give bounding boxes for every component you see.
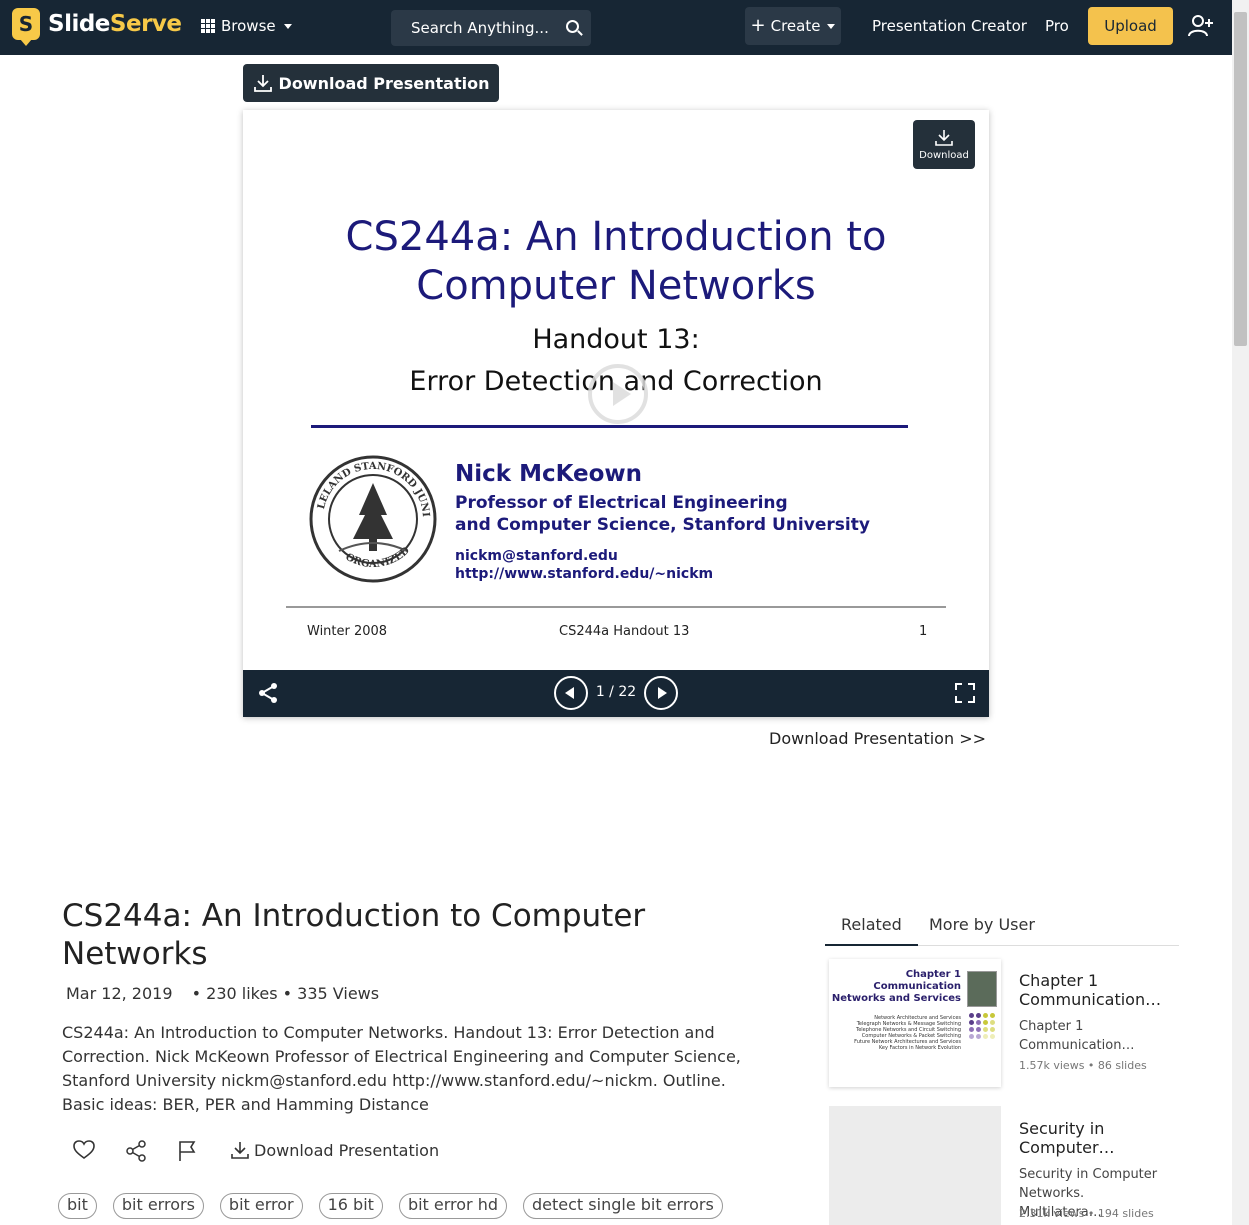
tag[interactable]: bit error hd	[398, 1193, 508, 1219]
author-title-line2: and Computer Science, Stanford Universit…	[455, 515, 870, 535]
tag[interactable]: bit	[58, 1193, 97, 1219]
slide-subtitle-1: Handout 13:	[532, 324, 700, 355]
search-icon[interactable]	[566, 20, 579, 33]
related-card-title[interactable]: Chapter 1 Communication…	[1019, 971, 1169, 1009]
download-presentation-button[interactable]: Download Presentation	[243, 64, 499, 102]
thumb-title-line2: Communication	[873, 981, 961, 992]
browse-menu[interactable]: Browse	[201, 17, 292, 35]
slide-author-contact: nickm@stanford.edu http://www.stanford.e…	[455, 547, 713, 583]
slide-footer-left: Winter 2008	[307, 624, 388, 639]
pro-link[interactable]: Pro	[1045, 17, 1069, 35]
document-actions: Download Presentation	[73, 1138, 473, 1164]
heart-icon[interactable]	[73, 1140, 95, 1160]
thumb-outline: Network Architecture and Services Telegr…	[854, 1015, 961, 1051]
viewer-controls: 1 / 22	[243, 670, 989, 717]
search-input[interactable]: Search Anything...	[391, 10, 591, 46]
fullscreen-icon[interactable]	[955, 683, 975, 703]
flag-icon[interactable]	[178, 1140, 198, 1162]
slide-footer-page: 1	[919, 624, 928, 639]
related-tabs: Related More by User	[825, 913, 1179, 946]
download-presentation-link[interactable]: Download Presentation >>	[769, 729, 986, 748]
document-description: CS244a: An Introduction to Computer Netw…	[62, 1023, 741, 1114]
slide-viewer: CS244a: An Introduction to Computer Netw…	[243, 110, 989, 717]
chevron-down-icon	[827, 23, 836, 29]
slide-divider	[311, 425, 908, 428]
document-meta: Mar 12, 2019 • 230 likes • 335 Views	[66, 984, 379, 1003]
related-card-stats: 2.31k views • 194 slides	[1019, 1207, 1154, 1220]
logo-text: SlideServe	[48, 11, 182, 37]
slide-author: Nick McKeown	[455, 461, 643, 487]
document-stats: • 230 likes • 335 Views	[191, 984, 380, 1003]
slide-title-line1: CS244a: An Introduction to	[345, 214, 887, 260]
tag[interactable]: 16 bit	[318, 1193, 383, 1219]
add-user-icon[interactable]	[1188, 15, 1214, 37]
tag[interactable]: bit error	[219, 1193, 303, 1219]
create-button[interactable]: + Create	[745, 7, 841, 45]
chevron-down-icon	[283, 23, 292, 29]
slide-author-title: Professor of Electrical Engineering and …	[455, 492, 870, 536]
play-icon[interactable]	[588, 364, 648, 424]
thumb-line: Key Factors in Network Evolution	[878, 1045, 961, 1051]
related-card-title[interactable]: Security in Computer…	[1019, 1119, 1169, 1157]
related-card-stats: 1.57k views • 86 slides	[1019, 1059, 1147, 1072]
upload-button[interactable]: Upload	[1088, 7, 1173, 45]
author-email: nickm@stanford.edu	[455, 548, 618, 564]
logo-badge: S	[12, 8, 40, 46]
thumb-title: Chapter 1 Communication Networks and Ser…	[832, 969, 961, 1005]
grid-icon	[201, 19, 215, 33]
tag-list: bit bit errors bit error 16 bit bit erro…	[58, 1193, 723, 1219]
document-date: Mar 12, 2019	[66, 984, 173, 1003]
tab-related[interactable]: Related	[825, 915, 918, 946]
download-action-label: Download Presentation	[254, 1140, 440, 1160]
download-icon	[935, 129, 953, 146]
search-placeholder: Search Anything...	[411, 19, 549, 37]
next-slide-button[interactable]	[644, 676, 678, 710]
thumb-title-line1: Chapter 1	[905, 969, 961, 980]
top-navbar: S SlideServe Browse Search Anything... +…	[0, 0, 1232, 55]
create-label: Create	[770, 17, 821, 35]
related-card-description: Chapter 1 Communication…	[1019, 1019, 1135, 1053]
plus-icon: +	[750, 15, 766, 36]
slideserve-logo[interactable]: S SlideServe	[12, 8, 182, 46]
slide-canvas[interactable]: CS244a: An Introduction to Computer Netw…	[243, 110, 989, 670]
browse-label: Browse	[221, 17, 276, 35]
slide-title-line2: Computer Networks	[416, 263, 816, 309]
slide-download-button[interactable]: Download	[913, 120, 975, 169]
thumb-image	[967, 971, 997, 1007]
logo-text-part-a: Slide	[48, 11, 110, 37]
thumb-title-line3: Networks and Services	[831, 993, 961, 1004]
tab-more-by-user[interactable]: More by User	[929, 915, 1035, 934]
download-icon	[231, 1142, 249, 1159]
download-icon	[253, 75, 272, 92]
download-action[interactable]: Download Presentation	[230, 1140, 439, 1160]
author-url: http://www.stanford.edu/~nickm	[455, 566, 714, 582]
tag[interactable]: detect single bit errors	[523, 1193, 723, 1219]
page-title: CS244a: An Introduction to Computer Netw…	[62, 898, 646, 972]
logo-text-part-b: Serve	[109, 11, 182, 37]
presentation-creator-link[interactable]: Presentation Creator	[872, 17, 1027, 35]
share-icon[interactable]	[125, 1140, 147, 1162]
author-title-line1: Professor of Electrical Engineering	[455, 493, 788, 513]
tag[interactable]: bit errors	[112, 1193, 204, 1219]
slide-footer-center: CS244a Handout 13	[559, 624, 690, 639]
slide-footer-divider	[286, 606, 946, 608]
download-presentation-label: Download Presentation	[278, 73, 490, 93]
slide-download-label: Download	[919, 149, 969, 161]
page-indicator: 1 / 22	[595, 684, 637, 700]
thumb-dots	[969, 1013, 995, 1039]
stanford-seal-image: LELAND STANFORD JUNIOR UNIVERSITY ORGANI…	[309, 455, 437, 583]
share-icon[interactable]	[257, 682, 279, 704]
related-card-thumbnail[interactable]	[829, 1106, 1001, 1225]
related-card-thumbnail[interactable]: Chapter 1 Communication Networks and Ser…	[829, 959, 1001, 1087]
scrollbar-thumb[interactable]	[1234, 12, 1247, 346]
slide-title: CS244a: An Introduction to Computer Netw…	[243, 213, 989, 311]
